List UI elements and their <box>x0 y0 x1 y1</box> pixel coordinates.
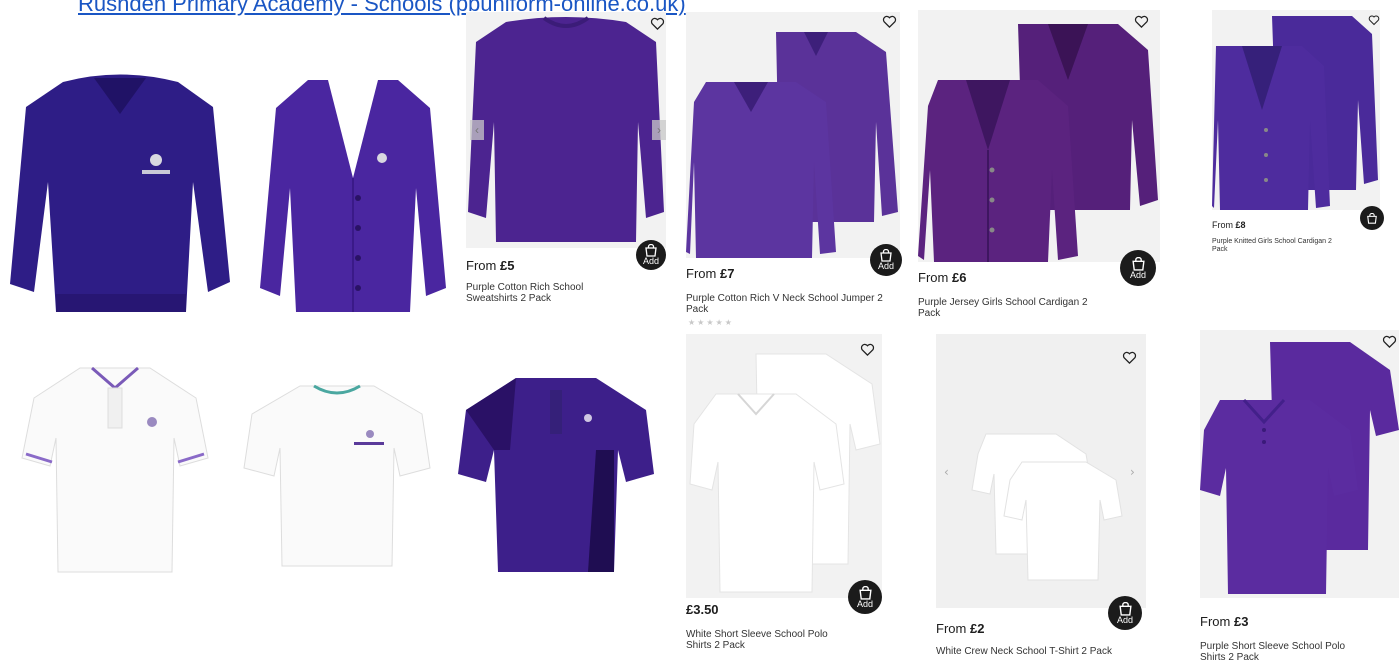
carousel-next-button[interactable]: › <box>652 120 666 140</box>
wishlist-heart-icon[interactable] <box>1134 14 1149 29</box>
product-price: From £5 <box>466 258 514 273</box>
product-image-knitted-cardigan[interactable] <box>1212 10 1380 210</box>
logo-white-polo-image <box>20 358 210 580</box>
product-name[interactable]: Purple Knitted Girls School Cardigan 2 P… <box>1212 238 1342 254</box>
price-value: £3.50 <box>686 602 719 617</box>
svg-text:›: › <box>1130 465 1135 479</box>
product-image-purple-polo[interactable] <box>1200 330 1399 598</box>
add-to-basket-button[interactable]: Add <box>848 580 882 614</box>
product-price: From £3 <box>1200 614 1248 629</box>
logo-sweatshirt-image <box>8 62 232 322</box>
product-price: £3.50 <box>686 602 719 617</box>
wishlist-heart-icon[interactable] <box>860 342 875 357</box>
product-price: From £7 <box>686 266 734 281</box>
product-image-sweatshirts[interactable] <box>466 12 666 248</box>
product-name[interactable]: Purple Short Sleeve School Polo Shirts 2… <box>1200 641 1370 663</box>
add-to-basket-button[interactable]: Add <box>1108 596 1142 630</box>
add-label: Add <box>1116 614 1133 625</box>
product-image-vneck-jumper[interactable] <box>686 12 900 258</box>
add-to-basket-button[interactable] <box>1360 206 1384 230</box>
price-prefix: From <box>1212 220 1233 230</box>
price-value: £5 <box>499 258 515 273</box>
carousel-prev-button[interactable]: ‹ <box>470 120 484 140</box>
product-price: From £2 <box>936 621 984 636</box>
product-price: From £6 <box>918 270 966 285</box>
product-name[interactable]: Purple Cotton Rich V Neck School Jumper … <box>686 293 886 315</box>
logo-white-tshirt-image <box>242 378 432 570</box>
add-to-basket-button[interactable]: Add <box>1120 250 1156 286</box>
price-value: £6 <box>951 270 967 285</box>
product-name[interactable]: Purple Cotton Rich School Sweatshirts 2 … <box>466 282 626 304</box>
add-label: Add <box>856 598 873 609</box>
add-label: Add <box>642 256 659 266</box>
add-label: Add <box>1129 269 1146 280</box>
product-image-white-tshirt[interactable]: ‹ › <box>936 334 1146 608</box>
wishlist-heart-icon[interactable] <box>1122 350 1137 365</box>
svg-text:‹: ‹ <box>944 465 949 479</box>
add-to-basket-button[interactable]: Add <box>870 244 902 276</box>
product-price: From £8 <box>1212 220 1246 230</box>
price-prefix: From <box>1200 614 1231 629</box>
product-image-white-polo[interactable] <box>686 334 882 598</box>
wishlist-heart-icon[interactable] <box>650 16 665 31</box>
wishlist-heart-icon[interactable] <box>882 14 897 29</box>
wishlist-heart-icon[interactable] <box>1368 14 1380 26</box>
logo-cardigan-image <box>258 68 448 323</box>
price-value: £7 <box>719 266 735 281</box>
price-value: £3 <box>1233 614 1249 629</box>
price-prefix: From <box>936 621 967 636</box>
price-prefix: From <box>918 270 949 285</box>
product-image-jersey-cardigan[interactable] <box>918 10 1160 262</box>
add-to-basket-button[interactable]: Add <box>636 240 666 270</box>
price-prefix: From <box>686 266 717 281</box>
price-value: £2 <box>969 621 985 636</box>
price-prefix: From <box>466 258 497 273</box>
price-value: £8 <box>1235 220 1246 230</box>
wishlist-heart-icon[interactable] <box>1382 334 1397 349</box>
logo-purple-polo-image <box>456 370 656 576</box>
add-label: Add <box>877 261 894 271</box>
product-name[interactable]: Purple Jersey Girls School Cardigan 2 Pa… <box>918 297 1108 319</box>
product-name[interactable]: White Short Sleeve School Polo Shirts 2 … <box>686 629 856 651</box>
product-name[interactable]: White Crew Neck School T-Shirt 2 Pack <box>936 646 1116 657</box>
rating-stars: ★★★★★ <box>688 318 734 327</box>
